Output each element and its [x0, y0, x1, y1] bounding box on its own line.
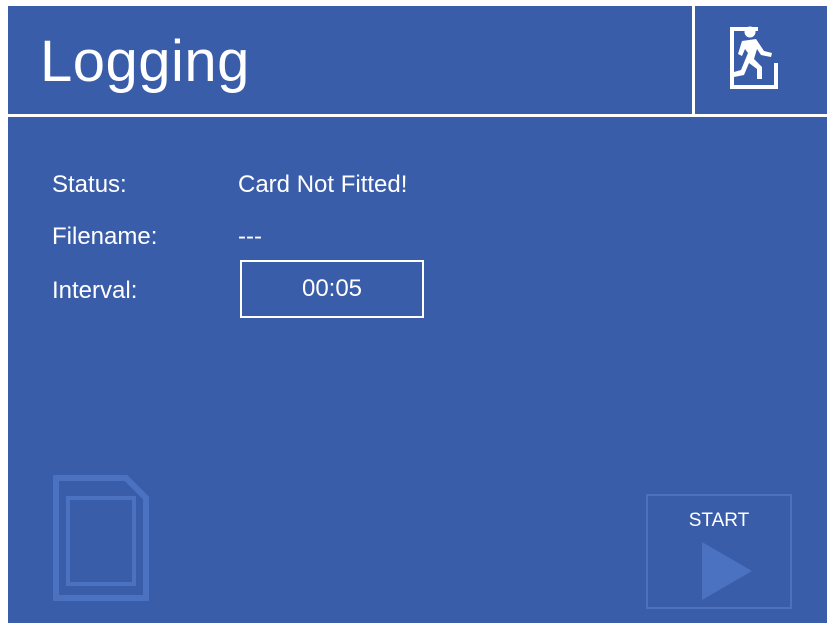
header-divider — [8, 114, 827, 117]
exit-button[interactable] — [695, 6, 827, 114]
filename-label: Filename: — [52, 223, 158, 250]
emergency-exit-icon — [730, 26, 778, 89]
start-button[interactable]: START — [646, 494, 792, 609]
interval-label: Interval: — [52, 277, 138, 304]
status-value: Card Not Fitted! — [238, 171, 408, 198]
interval-input[interactable]: 00:05 — [240, 260, 424, 318]
filename-value: --- — [238, 223, 262, 250]
start-label: START — [688, 510, 750, 531]
sd-card-icon — [53, 475, 149, 601]
status-label: Status: — [52, 171, 127, 198]
logging-screen: Logging Status: Card Not Fitted! Filenam… — [8, 6, 827, 623]
page-title: Logging — [40, 29, 250, 94]
play-arrow-icon — [702, 542, 752, 600]
